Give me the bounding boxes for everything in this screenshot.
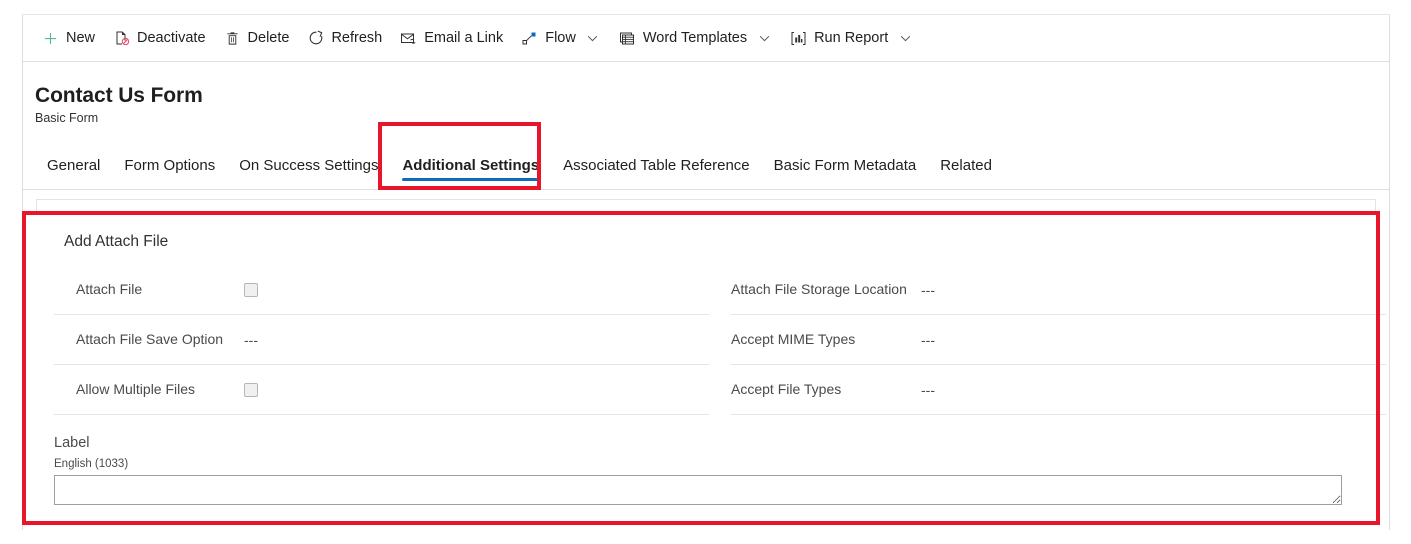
tab-on-success-settings-label: On Success Settings — [239, 157, 379, 174]
tab-basic-form-metadata-label: Basic Form Metadata — [773, 157, 917, 174]
tab-basic-form-metadata[interactable]: Basic Form Metadata — [762, 142, 929, 189]
field-accept-mime-types-label: Accept MIME Types — [731, 331, 856, 348]
active-tab-underline — [402, 178, 540, 181]
field-allow-multiple-files: Allow Multiple Files — [54, 365, 709, 415]
form-column-right: Attach File Storage Location --- Accept … — [731, 265, 1386, 415]
tab-associated-table-reference-label: Associated Table Reference — [563, 157, 750, 174]
page-title: Contact Us Form — [35, 84, 203, 107]
command-word-templates[interactable]: Word Templates — [610, 18, 781, 58]
chevron-down-icon[interactable] — [585, 30, 601, 46]
command-deactivate[interactable]: Deactivate — [104, 18, 215, 58]
field-attach-file-storage-location-label: Attach File Storage Location — [731, 281, 907, 298]
tab-form-options[interactable]: Form Options — [112, 142, 227, 189]
tab-related[interactable]: Related — [928, 142, 1004, 189]
trash-icon — [224, 30, 241, 47]
tab-additional-settings-label: Additional Settings — [402, 157, 540, 174]
field-attach-file-save-option-label: Attach File Save Option — [76, 331, 224, 348]
add-attach-file-section: Add Attach File Attach File Attach File … — [36, 213, 1386, 505]
command-run-report[interactable]: Run Report — [781, 18, 922, 58]
tab-general[interactable]: General — [35, 142, 112, 189]
label-textarea[interactable] — [54, 475, 1342, 505]
plus-icon — [42, 30, 59, 47]
label-block: Label English (1033) — [54, 435, 1358, 505]
chevron-down-icon[interactable] — [897, 30, 913, 46]
page-subtitle: Basic Form — [35, 111, 99, 126]
label-language: English (1033) — [54, 458, 129, 470]
label-heading: Label — [54, 435, 90, 451]
section-title: Add Attach File — [64, 233, 169, 250]
chevron-down-icon[interactable] — [756, 30, 772, 46]
command-delete[interactable]: Delete — [215, 18, 299, 58]
partial-section-strip — [36, 199, 1376, 213]
field-attach-file-save-option: Attach File Save Option --- — [54, 315, 709, 365]
command-refresh-label: Refresh — [331, 29, 383, 46]
field-attach-file-storage-location: Attach File Storage Location --- — [731, 265, 1386, 315]
email-link-icon — [400, 30, 417, 47]
command-flow[interactable]: Flow — [512, 18, 610, 58]
form-column-left: Attach File Attach File Save Option --- … — [54, 265, 709, 415]
word-templates-icon — [619, 30, 636, 47]
accept-file-types-value[interactable]: --- — [911, 382, 935, 398]
command-bar: New Deactivate Delete Refresh Email a Li… — [23, 15, 1389, 62]
screen: New Deactivate Delete Refresh Email a Li… — [0, 0, 1411, 544]
command-flow-label: Flow — [545, 29, 576, 46]
command-new-label: New — [66, 29, 96, 46]
tab-on-success-settings[interactable]: On Success Settings — [227, 142, 390, 189]
command-email-a-link[interactable]: Email a Link — [391, 18, 512, 58]
attach-file-storage-location-value[interactable]: --- — [911, 282, 935, 298]
tab-additional-settings[interactable]: Additional Settings — [390, 142, 551, 189]
command-email-a-link-label: Email a Link — [424, 29, 504, 46]
record-header: Contact Us Form Basic Form — [23, 62, 1389, 125]
refresh-icon — [307, 30, 324, 47]
field-allow-multiple-files-label: Allow Multiple Files — [76, 381, 196, 398]
field-accept-mime-types: Accept MIME Types --- — [731, 315, 1386, 365]
accept-mime-types-value[interactable]: --- — [911, 332, 935, 348]
tab-strip: General Form Options On Success Settings… — [23, 142, 1389, 190]
command-new[interactable]: New — [33, 18, 104, 58]
form-columns: Attach File Attach File Save Option --- … — [54, 265, 1386, 415]
command-word-templates-label: Word Templates — [642, 29, 748, 46]
field-accept-file-types: Accept File Types --- — [731, 365, 1386, 415]
allow-multiple-files-checkbox[interactable] — [244, 382, 258, 397]
attach-file-checkbox[interactable] — [244, 282, 258, 297]
tab-general-label: General — [47, 157, 101, 174]
flow-icon — [521, 30, 538, 47]
attach-file-save-option-value[interactable]: --- — [234, 332, 258, 348]
tab-associated-table-reference[interactable]: Associated Table Reference — [551, 142, 762, 189]
field-accept-file-types-label: Accept File Types — [731, 381, 842, 398]
command-refresh[interactable]: Refresh — [298, 18, 391, 58]
field-attach-file-label: Attach File — [76, 281, 143, 298]
app-panel: New Deactivate Delete Refresh Email a Li… — [22, 14, 1390, 530]
command-delete-label: Delete — [247, 29, 290, 46]
field-attach-file: Attach File — [54, 265, 709, 315]
command-run-report-label: Run Report — [814, 29, 889, 46]
run-report-icon — [790, 30, 807, 47]
command-deactivate-label: Deactivate — [137, 29, 206, 46]
tab-related-label: Related — [940, 157, 992, 174]
tab-form-options-label: Form Options — [124, 157, 216, 174]
deactivate-icon — [113, 30, 130, 47]
